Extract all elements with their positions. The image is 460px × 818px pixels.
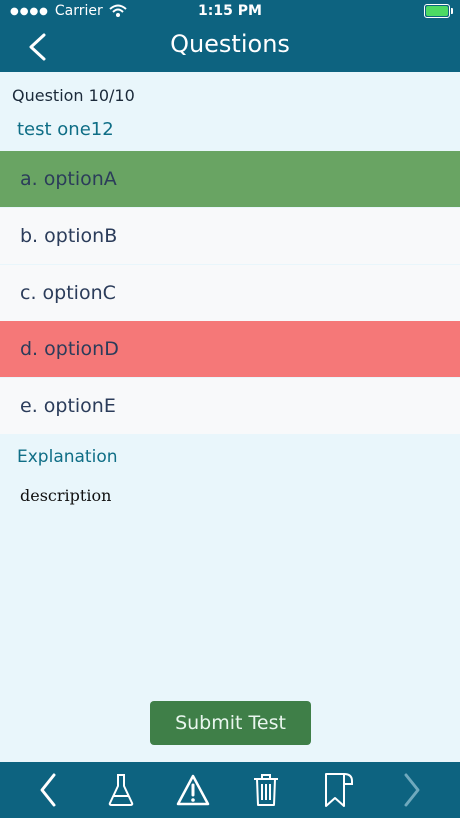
trash-icon <box>254 774 278 806</box>
status-bar: ●●●● Carrier 1:15 PM <box>0 0 460 24</box>
submit-label: Submit Test <box>175 712 286 734</box>
question-counter: Question 10/10 <box>12 86 135 105</box>
question-text: test one12 <box>17 119 114 140</box>
option-label: d. optionD <box>20 338 119 360</box>
submit-test-button[interactable]: Submit Test <box>150 701 311 745</box>
previous-button[interactable] <box>30 770 66 810</box>
report-button[interactable] <box>174 770 212 810</box>
explanation-title: Explanation <box>17 447 118 467</box>
warning-icon <box>176 774 210 806</box>
option-label: c. optionC <box>20 282 116 304</box>
status-time: 1:15 PM <box>198 3 262 19</box>
lab-button[interactable] <box>104 770 138 810</box>
page-title: Questions <box>170 30 290 58</box>
chevron-right-icon <box>404 773 420 807</box>
bookmark-icon <box>325 773 353 807</box>
option-c[interactable]: c. optionC <box>0 265 460 321</box>
explanation-text: description <box>20 486 112 505</box>
flask-icon <box>108 774 134 806</box>
option-d[interactable]: d. optionD <box>0 321 460 377</box>
option-label: b. optionB <box>20 225 118 247</box>
next-button[interactable] <box>394 770 430 810</box>
option-label: e. optionE <box>20 395 116 417</box>
battery-icon <box>424 4 453 18</box>
option-e[interactable]: e. optionE <box>0 378 460 434</box>
delete-button[interactable] <box>248 770 284 810</box>
chevron-left-icon <box>40 773 56 807</box>
option-a[interactable]: a. optionA <box>0 151 460 207</box>
top-bar: ●●●● Carrier 1:15 PM Questions <box>0 0 460 72</box>
option-label: a. optionA <box>20 168 117 190</box>
bookmark-button[interactable] <box>320 770 356 810</box>
bottom-toolbar <box>0 762 460 818</box>
option-b[interactable]: b. optionB <box>0 208 460 264</box>
